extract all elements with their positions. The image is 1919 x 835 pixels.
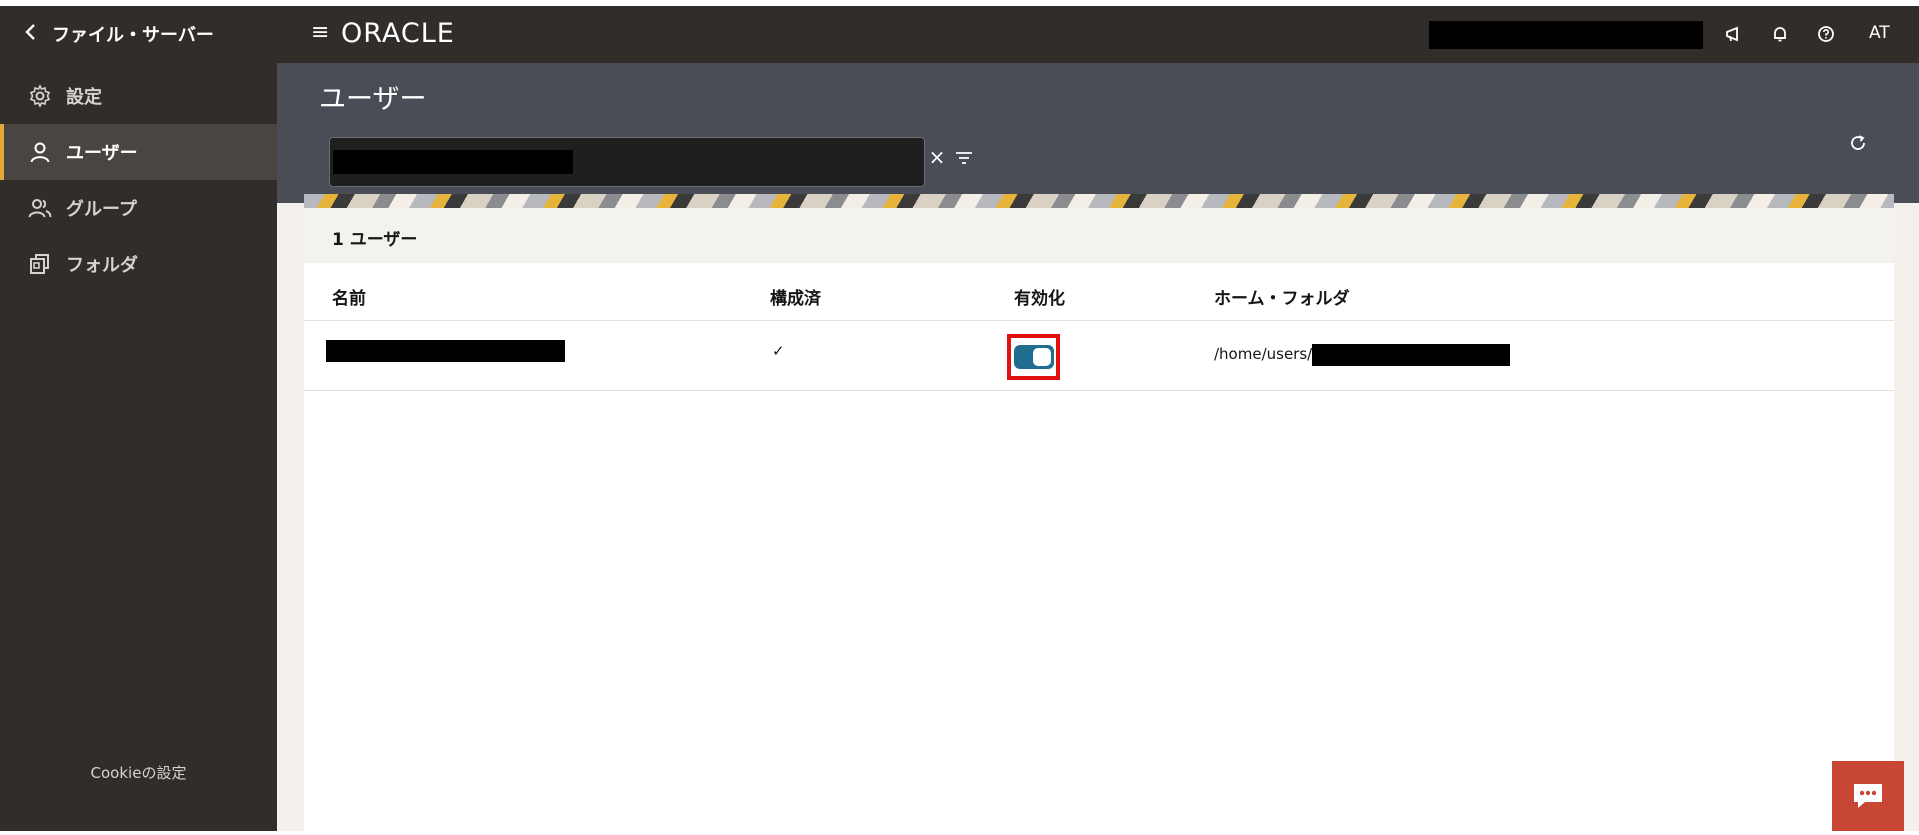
chat-bubble-icon bbox=[1854, 784, 1882, 808]
result-count-bar: 1 ユーザー bbox=[304, 208, 1894, 263]
app-frame: ファイル・サーバー 設定 ユーザー グループ フォルダ Cookieの設定 ≡ … bbox=[0, 6, 1919, 831]
sidebar-item-folders[interactable]: フォルダ bbox=[0, 236, 277, 292]
toggle-knob bbox=[1032, 348, 1051, 366]
bell-icon[interactable] bbox=[1767, 21, 1793, 47]
configured-check-icon: ✓ bbox=[772, 342, 785, 360]
user-icon bbox=[28, 140, 52, 164]
chat-button[interactable] bbox=[1832, 761, 1904, 831]
sidebar-item-label: グループ bbox=[66, 199, 137, 220]
header-divider bbox=[304, 320, 1894, 321]
column-header-name[interactable]: 名前 bbox=[332, 284, 366, 309]
search-input[interactable] bbox=[329, 137, 925, 187]
column-header-enabled[interactable]: 有効化 bbox=[1014, 284, 1065, 309]
clear-search-button[interactable]: × bbox=[927, 145, 947, 169]
cookie-settings-link[interactable]: Cookieの設定 bbox=[0, 762, 277, 783]
oracle-logo[interactable]: ORACLE bbox=[341, 18, 455, 49]
help-icon[interactable] bbox=[1813, 21, 1839, 47]
sidebar-item-label: フォルダ bbox=[66, 255, 138, 276]
result-count: 1 ユーザー bbox=[332, 230, 418, 250]
sidebar-item-settings[interactable]: 設定 bbox=[0, 68, 277, 124]
back-link[interactable]: ファイル・サーバー bbox=[0, 6, 277, 62]
gear-icon bbox=[28, 84, 52, 108]
filter-icon[interactable] bbox=[953, 147, 975, 169]
row-divider bbox=[304, 390, 1894, 391]
redacted-user-name bbox=[326, 340, 565, 362]
enabled-toggle[interactable] bbox=[1013, 345, 1054, 369]
enabled-toggle-highlight bbox=[1007, 334, 1060, 380]
sidebar-item-label: ユーザー bbox=[66, 143, 138, 164]
sidebar-item-users[interactable]: ユーザー bbox=[0, 124, 277, 180]
announcement-icon[interactable] bbox=[1721, 21, 1747, 47]
column-header-home-folder[interactable]: ホーム・フォルダ bbox=[1214, 284, 1350, 309]
page-title: ユーザー bbox=[319, 84, 427, 115]
users-list-panel: 1 ユーザー 名前 構成済 有効化 ホーム・フォルダ ✓ /home/users… bbox=[304, 208, 1894, 831]
hamburger-menu-icon[interactable]: ≡ bbox=[311, 20, 329, 45]
group-icon bbox=[28, 196, 52, 220]
redacted-search-value bbox=[333, 150, 573, 174]
chevron-left-icon bbox=[24, 23, 38, 46]
column-header-configured[interactable]: 構成済 bbox=[770, 284, 821, 309]
back-label: ファイル・サーバー bbox=[52, 25, 214, 46]
user-avatar[interactable]: AT bbox=[1869, 23, 1890, 43]
redacted-region bbox=[1429, 21, 1703, 49]
refresh-icon[interactable] bbox=[1846, 131, 1870, 155]
top-bar: ≡ ORACLE AT bbox=[277, 6, 1919, 63]
folder-icon bbox=[28, 252, 52, 276]
sidebar: ファイル・サーバー 設定 ユーザー グループ フォルダ Cookieの設定 bbox=[0, 6, 277, 831]
redacted-home-folder bbox=[1312, 344, 1510, 366]
sidebar-item-groups[interactable]: グループ bbox=[0, 180, 277, 236]
home-folder-path: /home/users/ bbox=[1214, 345, 1313, 363]
page-header: ユーザー × bbox=[277, 63, 1919, 203]
sidebar-item-label: 設定 bbox=[66, 87, 102, 108]
